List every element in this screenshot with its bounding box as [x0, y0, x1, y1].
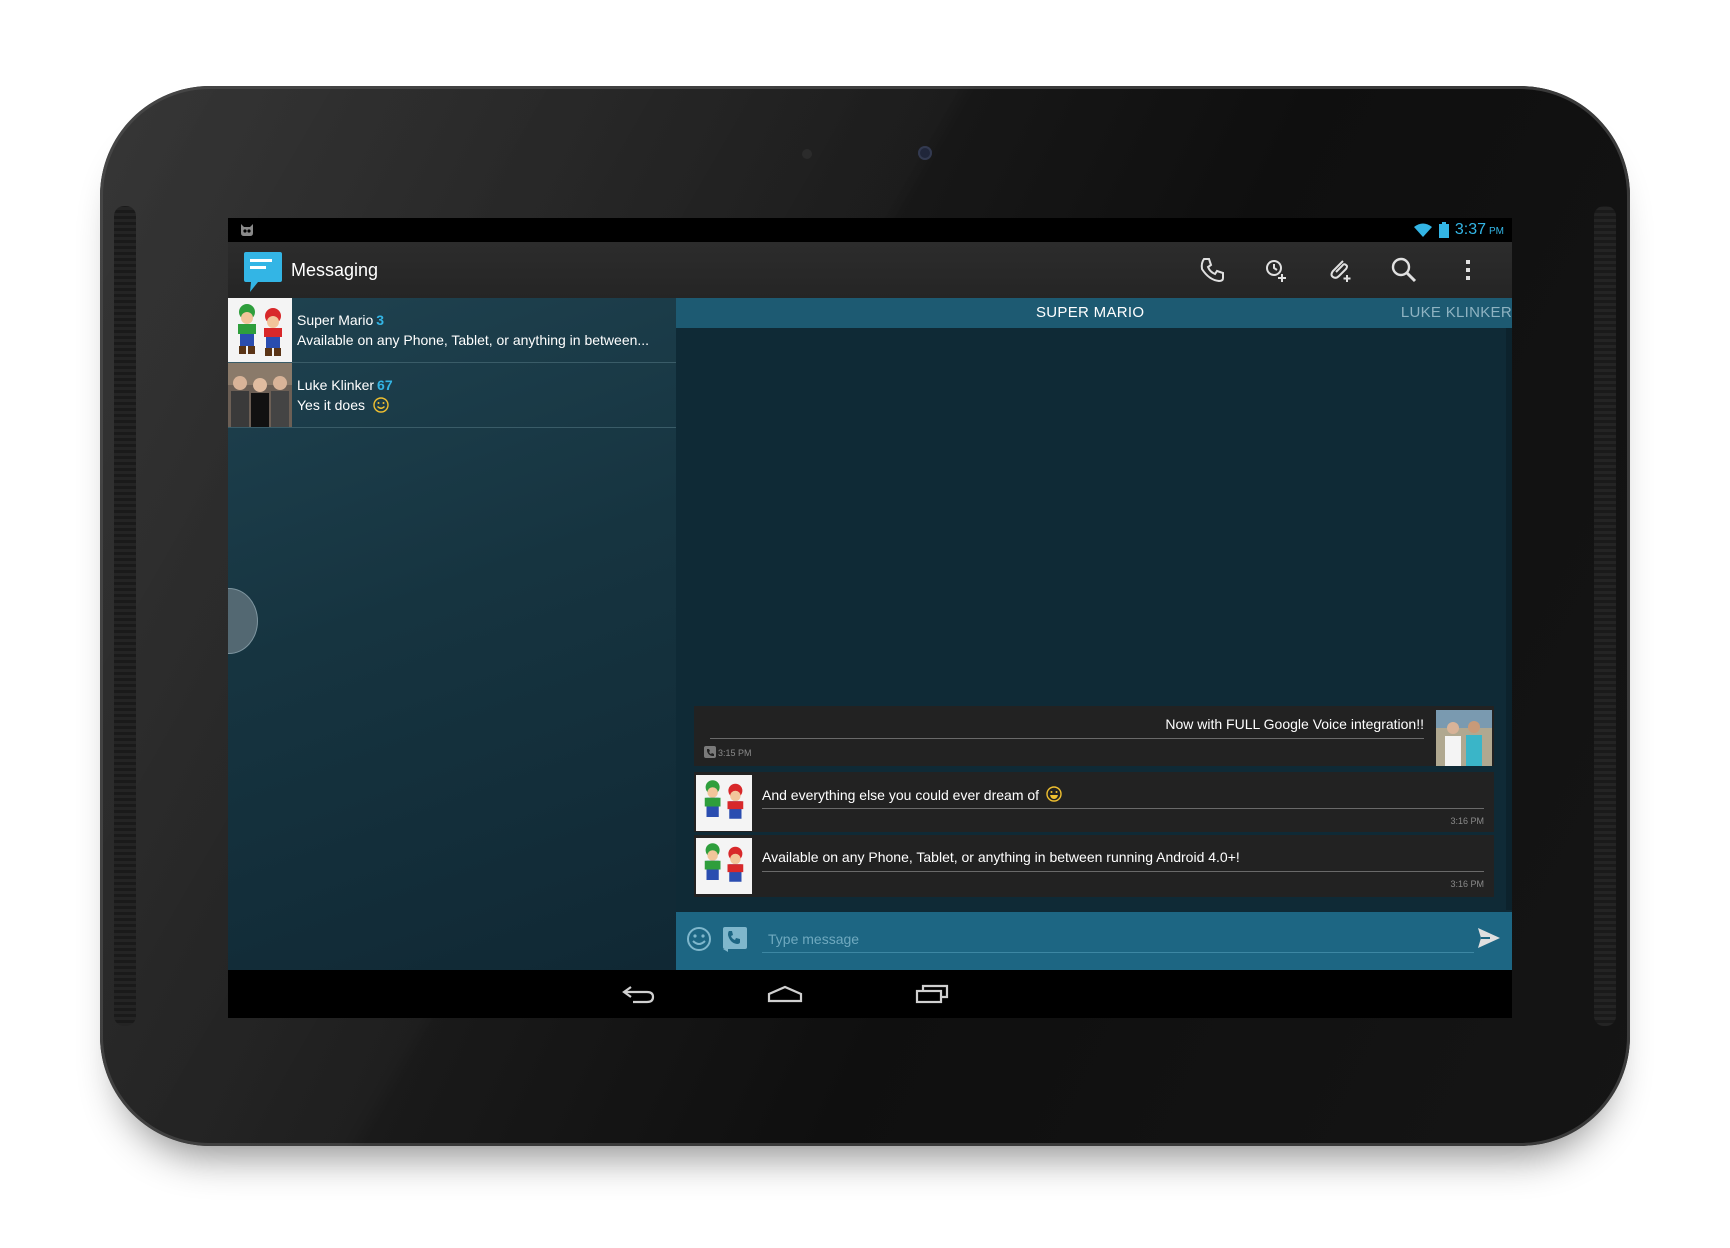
- emoji-button[interactable]: [686, 926, 712, 952]
- message-count: 3: [376, 312, 385, 328]
- recents-icon: [915, 984, 949, 1004]
- sender-avatar: [696, 775, 752, 831]
- conversation-list: Super Mario 3 Available on any Phone, Tab…: [228, 298, 676, 970]
- conversation-view: SUPER MARIO LUKE KLINKER Now with FULL G…: [676, 298, 1512, 970]
- status-bar: 3:37 PM: [228, 218, 1512, 242]
- action-bar-icons: [1180, 242, 1500, 298]
- message-bubble-outgoing[interactable]: Now with FULL Google Voice integration!!…: [694, 706, 1494, 766]
- messaging-app-icon[interactable]: [242, 250, 286, 294]
- message-text-content: And everything else you could ever dream…: [762, 787, 1040, 803]
- message-snippet-text: Yes it does: [297, 397, 365, 413]
- message-text: Available on any Phone, Tablet, or anyth…: [762, 849, 1240, 865]
- message-snippet: Available on any Phone, Tablet, or anyth…: [297, 332, 650, 348]
- navigation-bar: [228, 970, 1512, 1018]
- call-icon: [1200, 258, 1224, 283]
- scroll-edge: [1506, 328, 1512, 910]
- send-icon[interactable]: [1476, 926, 1502, 950]
- message-timestamp: 3:16 PM: [1450, 816, 1484, 826]
- pane-drag-handle[interactable]: [228, 588, 258, 654]
- voice-toggle-button[interactable]: [722, 926, 748, 952]
- ambient-sensor: [802, 149, 812, 159]
- schedule-button[interactable]: [1244, 242, 1308, 298]
- sender-avatar: [696, 838, 752, 894]
- message-timestamp: 3:16 PM: [1450, 879, 1484, 889]
- message-divider: [710, 738, 1424, 739]
- wifi-icon: [1413, 223, 1432, 237]
- clock-time: 3:37: [1454, 221, 1486, 238]
- message-divider: [762, 808, 1484, 809]
- cyanogenmod-notification-icon: [241, 224, 253, 236]
- battery-icon: [1438, 222, 1449, 238]
- contact-tab-strip: SUPER MARIO LUKE KLINKER: [676, 298, 1512, 328]
- contact-name-text: Super Mario: [297, 312, 374, 328]
- message-bubble-incoming[interactable]: And everything else you could ever dream…: [694, 772, 1494, 832]
- front-camera: [918, 146, 932, 160]
- search-icon: [1391, 257, 1417, 283]
- screen: 3:37 PM Messaging Super Mario 3 Availabl…: [228, 218, 1512, 1018]
- attach-button[interactable]: [1308, 242, 1372, 298]
- home-button[interactable]: [745, 970, 825, 1018]
- message-composer: [676, 912, 1512, 970]
- search-button[interactable]: [1372, 242, 1436, 298]
- message-bubble-incoming[interactable]: Available on any Phone, Tablet, or anyth…: [694, 835, 1494, 897]
- google-voice-icon: [704, 746, 716, 758]
- message-snippet: Yes it does: [297, 397, 389, 413]
- message-timestamp: 3:15 PM: [718, 748, 752, 758]
- speaker-grille-right: [1594, 206, 1616, 1026]
- message-text: And everything else you could ever dream…: [762, 786, 1062, 803]
- message-text: Now with FULL Google Voice integration!!: [1165, 716, 1424, 732]
- app-title: Messaging: [291, 260, 379, 280]
- clock-ampm: PM: [1489, 226, 1504, 237]
- back-icon: [622, 986, 655, 1004]
- schedule-alarm-icon: [1266, 260, 1286, 282]
- back-button[interactable]: [598, 970, 678, 1018]
- conversation-item[interactable]: Super Mario 3 Available on any Phone, Tab…: [228, 298, 676, 363]
- smiley-icon: [373, 397, 389, 413]
- contact-name: Luke Klinker 67: [297, 377, 393, 393]
- mario-luigi-avatar: [228, 298, 292, 362]
- speaker-grille-left: [114, 206, 136, 1026]
- call-button[interactable]: [1180, 242, 1244, 298]
- action-bar: Messaging: [228, 242, 1512, 298]
- clock: 3:37 PM: [1455, 221, 1504, 239]
- home-icon: [767, 985, 803, 1003]
- recents-button[interactable]: [892, 970, 972, 1018]
- tab-luke-klinker[interactable]: LUKE KLINKER: [1401, 304, 1512, 321]
- contact-name: Super Mario 3: [297, 312, 384, 328]
- attach-icon: [1330, 260, 1351, 282]
- overflow-menu-button[interactable]: [1436, 242, 1500, 298]
- overflow-menu-icon: [1466, 260, 1470, 280]
- group-photo-avatar: [228, 363, 292, 427]
- message-count: 67: [377, 377, 393, 393]
- message-divider: [762, 871, 1484, 872]
- tab-super-mario[interactable]: SUPER MARIO: [1036, 304, 1144, 321]
- conversation-item[interactable]: Luke Klinker 67 Yes it does: [228, 363, 676, 428]
- message-input[interactable]: [762, 926, 1474, 953]
- grin-emoji: [1046, 786, 1062, 802]
- status-right: 3:37 PM: [1413, 220, 1504, 240]
- contact-name-text: Luke Klinker: [297, 377, 375, 393]
- sender-avatar: [1436, 710, 1492, 766]
